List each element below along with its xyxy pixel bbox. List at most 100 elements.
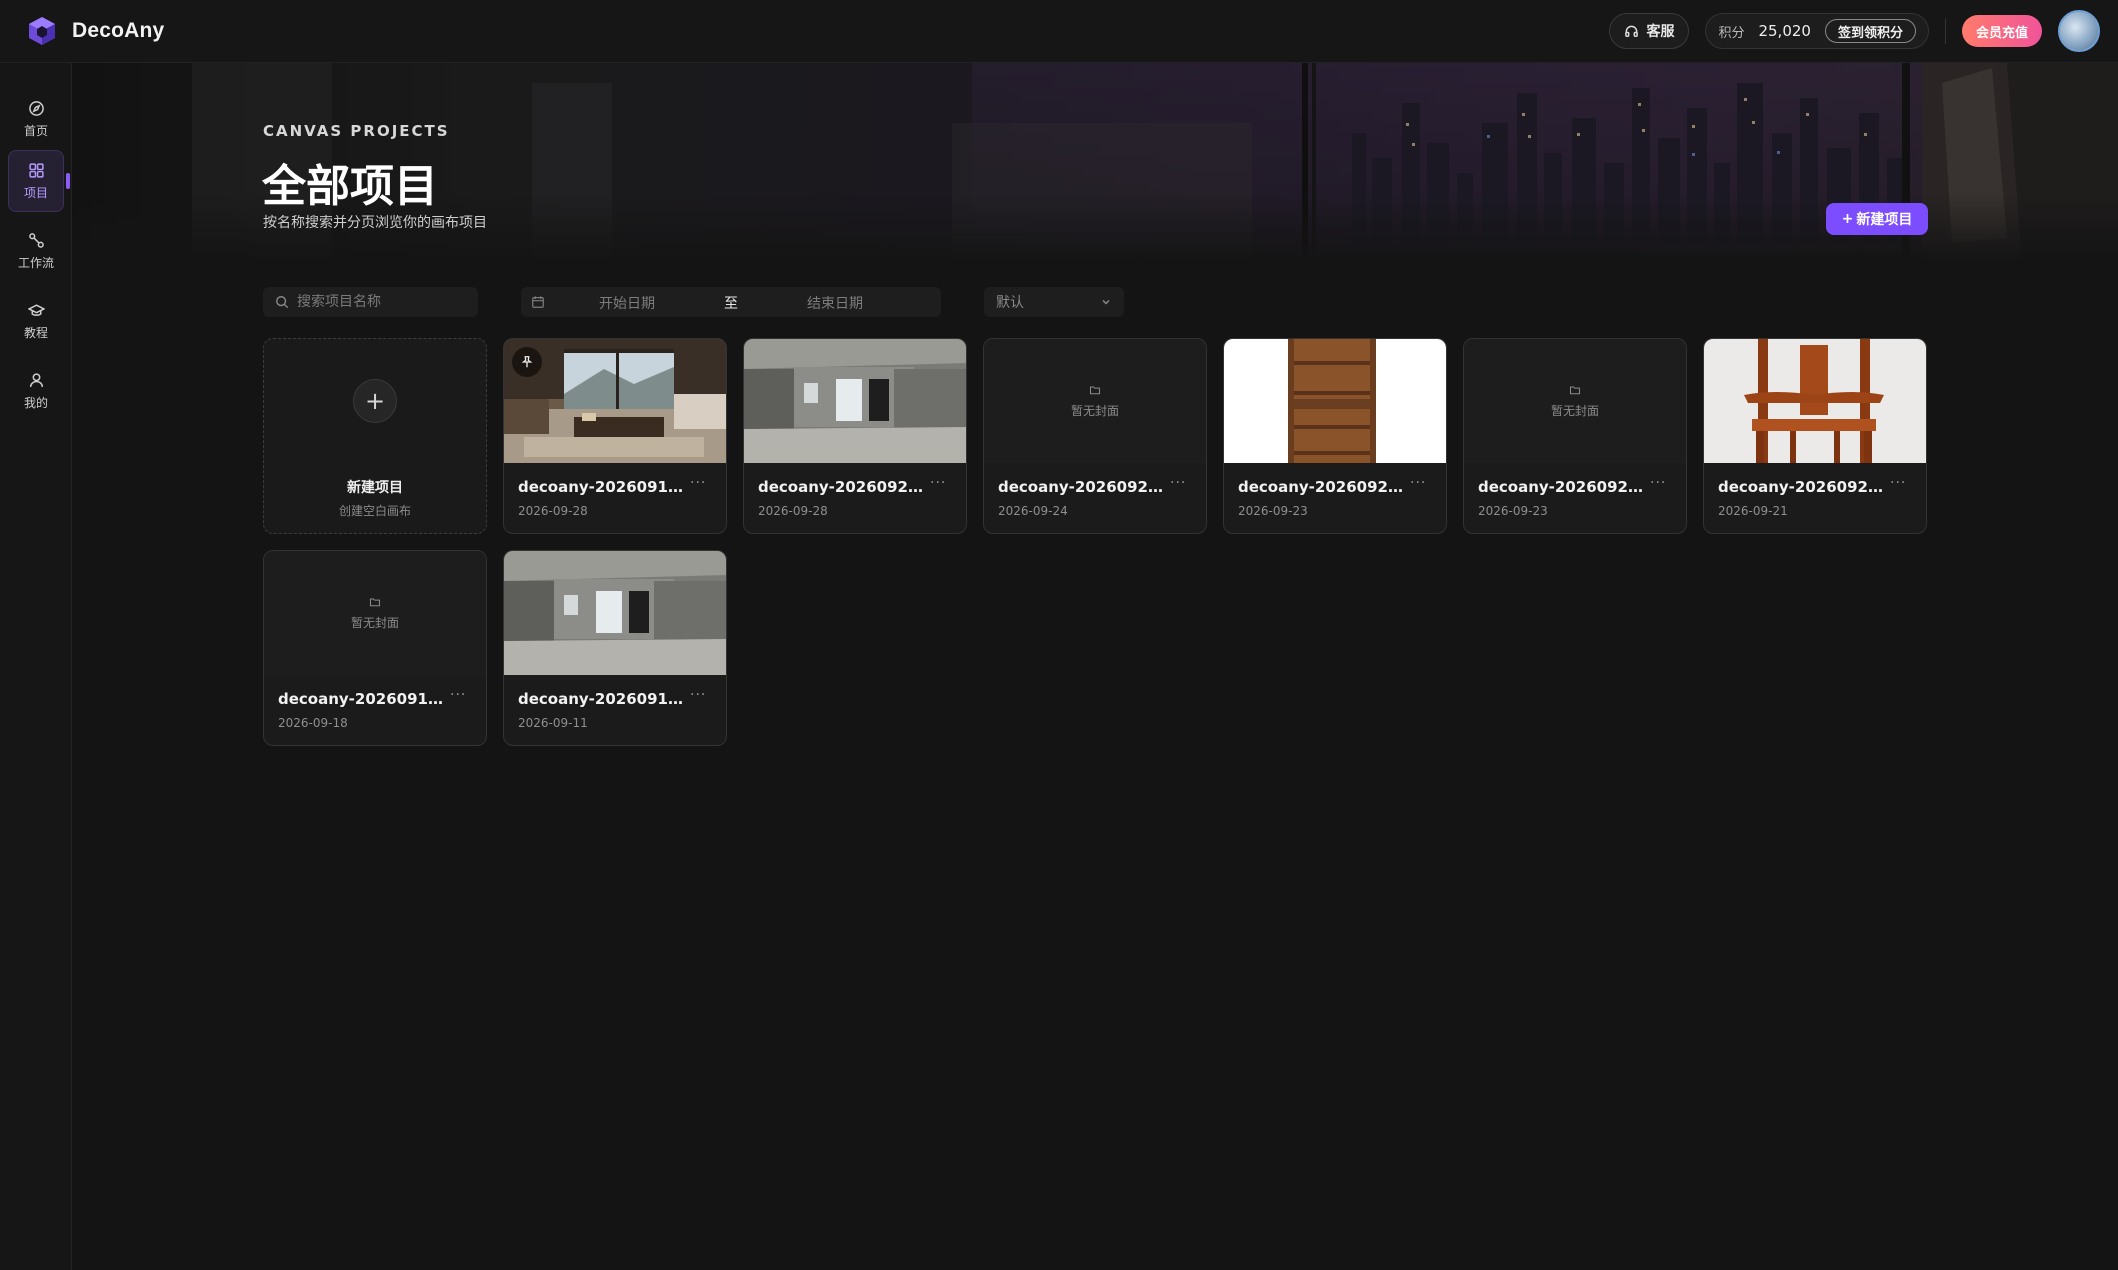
app-name: DecoAny [72,19,165,42]
compass-icon [28,100,44,116]
project-name: decoany-202609111... [518,690,683,708]
more-options-button[interactable]: ··· [1170,475,1186,491]
project-date: 2026-09-11 [518,716,588,730]
brand[interactable]: DecoAny [26,15,164,47]
project-name: decoany-202609241... [998,478,1163,496]
more-options-button[interactable]: ··· [1410,475,1426,491]
pin-badge[interactable] [512,347,542,377]
more-options-button[interactable]: ··· [690,687,706,703]
search-box [263,287,478,317]
headset-icon [1625,25,1639,37]
project-name: decoany-202609221... [1238,478,1403,496]
project-date: 2026-09-21 [1718,504,1788,518]
workflow-icon [28,232,44,248]
project-cover [1704,339,1926,463]
search-input[interactable] [297,294,467,310]
project-card[interactable]: 暂无封面 decoany-202609181... ··· 2026-09-18 [263,550,487,746]
project-card[interactable]: decoany-202609201... ··· 2026-09-21 [1703,338,1927,534]
no-cover-text: 暂无封面 [350,615,399,630]
logo-icon [29,17,55,45]
sort-value: 默认 [996,295,1024,311]
grid-icon [28,162,44,178]
sidebar-item-label: 工作流 [17,255,54,270]
sidebar-item-label: 我的 [23,395,48,410]
search-icon [276,296,289,309]
customer-service-button[interactable]: 客服 [1609,13,1690,49]
project-date: 2026-09-28 [518,504,588,518]
project-cover [744,339,966,463]
sidebar-item-label: 项目 [23,185,48,200]
project-card[interactable]: decoany-202609101... ··· 2026-09-28 [503,338,727,534]
project-name: decoany-202609181... [278,690,443,708]
active-indicator [66,173,70,189]
user-icon [29,372,43,387]
chevron-down-icon [1102,299,1110,305]
calendar-icon [532,296,544,308]
pin-icon [521,356,533,368]
sidebar: 首页 项目 工作流 教程 我的 [0,63,72,1270]
start-date-input[interactable]: 开始日期 [599,293,655,313]
project-name: decoany-202609101... [518,478,683,496]
no-cover-text: 暂无封面 [1550,403,1599,418]
project-date: 2026-09-23 [1478,504,1548,518]
project-name: decoany-202609231... [758,478,923,496]
end-date-input[interactable]: 结束日期 [807,293,863,313]
new-card-subtitle: 创建空白画布 [338,504,411,518]
project-cover-empty: 暂无封面 [1464,339,1686,463]
vip-recharge-button[interactable]: 会员充值 [1961,15,2042,47]
checkin-button[interactable]: 签到领积分 [1824,19,1916,43]
new-project-button[interactable]: + 新建项目 [1826,203,1928,235]
plus-icon: + [1841,211,1854,227]
more-options-button[interactable]: ··· [930,475,946,491]
points-value: 25,020 [1758,22,1811,40]
project-date: 2026-09-24 [998,504,1068,518]
sort-select[interactable]: 默认 [984,287,1124,317]
project-cover [504,339,726,463]
new-project-label: 新建项目 [1856,212,1913,228]
sidebar-item-tutorials[interactable]: 教程 [8,290,64,352]
page-eyebrow: CANVAS PROJECTS [263,122,450,140]
project-cover [1224,339,1446,463]
project-card[interactable]: 暂无封面 decoany-202609241... ··· 2026-09-24 [983,338,1207,534]
top-bar: DecoAny 客服 积分 25,020 签到领积分 会员充值 [0,0,2118,63]
sidebar-item-label: 教程 [23,325,48,340]
page-subtitle: 按名称搜索并分页浏览你的画布项目 [263,215,487,231]
date-range-picker[interactable]: 开始日期 至 结束日期 [521,287,941,317]
sidebar-item-projects[interactable]: 项目 [8,150,64,212]
no-cover-text: 暂无封面 [1070,403,1119,418]
project-name: decoany-202609230... [1478,478,1643,496]
sidebar-item-workflow[interactable]: 工作流 [8,220,64,282]
project-cover [504,551,726,675]
points-label: 积分 [1718,25,1745,41]
project-card[interactable]: decoany-202609221... ··· 2026-09-23 [1223,338,1447,534]
avatar[interactable] [2058,10,2100,52]
folder-icon [369,597,381,606]
folder-icon [1089,385,1101,394]
graduation-cap-icon [27,303,45,316]
more-options-button[interactable]: ··· [1650,475,1666,491]
new-card-title: 新建项目 [347,480,403,496]
project-date: 2026-09-28 [758,504,828,518]
project-date: 2026-09-23 [1238,504,1308,518]
project-cover-empty: 暂无封面 [264,551,486,675]
project-name: decoany-202609201... [1718,478,1883,496]
more-options-button[interactable]: ··· [1890,475,1906,491]
new-project-card[interactable]: + 新建项目 创建空白画布 [263,338,487,534]
more-options-button[interactable]: ··· [690,475,706,491]
folder-icon [1569,385,1581,394]
customer-service-label: 客服 [1646,24,1675,40]
range-separator: 至 [724,296,738,312]
project-card[interactable]: 暂无封面 decoany-202609230... ··· 2026-09-23 [1463,338,1687,534]
project-cover-empty: 暂无封面 [984,339,1206,463]
sidebar-item-label: 首页 [23,123,48,138]
more-options-button[interactable]: ··· [450,687,466,703]
page-title: 全部项目 [262,161,438,212]
project-card[interactable]: decoany-202609231... ··· 2026-09-28 [743,338,967,534]
divider [1944,18,1946,44]
sidebar-item-home[interactable]: 首页 [8,88,64,150]
sidebar-item-mine[interactable]: 我的 [8,360,64,422]
project-card[interactable]: decoany-202609111... ··· 2026-09-11 [503,550,727,746]
points-panel: 积分 25,020 签到领积分 [1705,13,1929,49]
plus-icon: + [353,379,397,423]
project-date: 2026-09-18 [278,716,348,730]
